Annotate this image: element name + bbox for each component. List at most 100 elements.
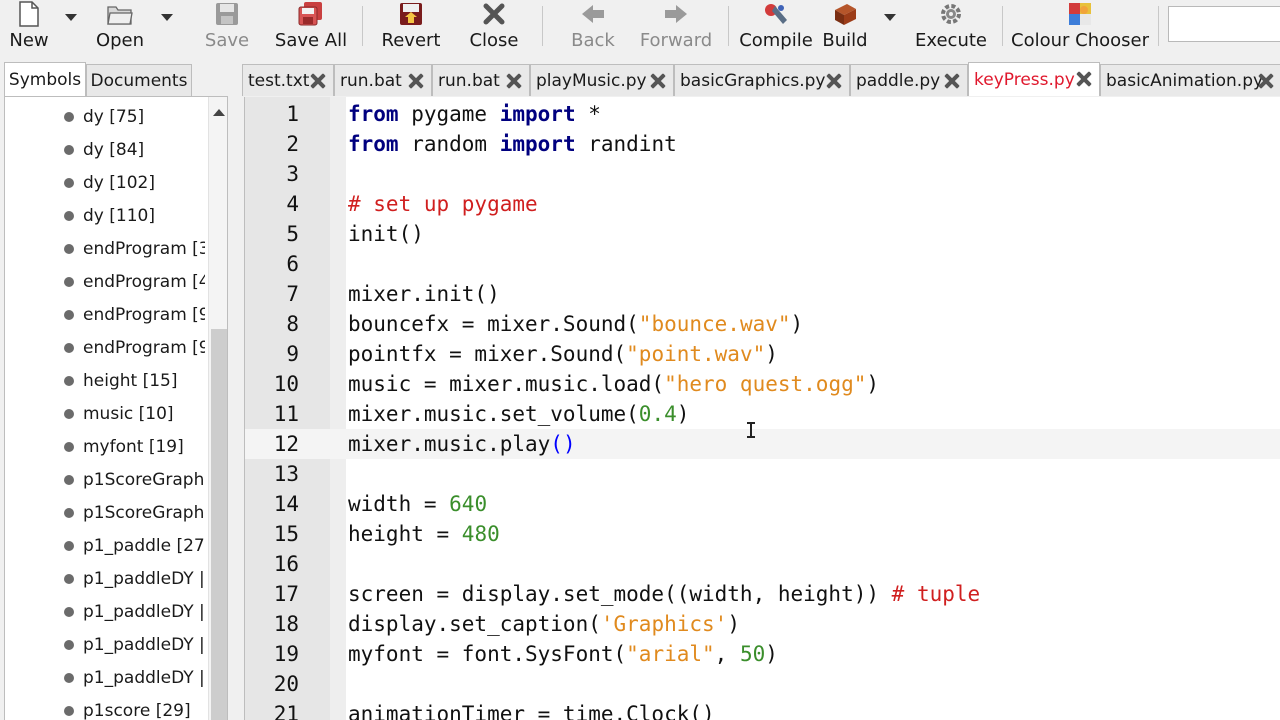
close-button[interactable]: Close — [468, 0, 520, 52]
symbol-item[interactable]: music [10] — [5, 397, 205, 430]
symbol-item[interactable]: p1_paddle [27 — [5, 529, 205, 562]
tab-basicanimation-py[interactable]: basicAnimation.py — [1100, 64, 1280, 96]
tab-keypress-py[interactable]: keyPress.py — [968, 62, 1100, 96]
symbol-item[interactable]: dy [110] — [5, 199, 205, 232]
back-arrow-icon — [580, 1, 606, 27]
line-number: 13 — [273, 462, 299, 486]
code-line[interactable]: 15 height = 480 — [245, 519, 1280, 549]
toolbar-separator — [1158, 6, 1159, 46]
symbol-bullet-icon — [64, 507, 74, 518]
save-button[interactable]: Save — [204, 0, 250, 52]
editor-tabs: test.txt run.bat run.bat playMusic.py ba… — [242, 62, 1280, 96]
save-icon — [214, 1, 240, 27]
symbol-bullet-icon — [64, 474, 74, 485]
symbol-item[interactable]: p1ScoreGraphi — [5, 463, 205, 496]
colour-chooser-button[interactable]: Colour Chooser — [1011, 0, 1149, 52]
symbol-item[interactable]: dy [102] — [5, 166, 205, 199]
open-button[interactable]: Open — [94, 0, 146, 52]
code-line[interactable]: 10 music = mixer.music.load("hero quest.o… — [245, 369, 1280, 399]
symbol-item[interactable]: endProgram [4 — [5, 265, 205, 298]
symbol-item[interactable]: endProgram [3 — [5, 232, 205, 265]
close-tab-icon[interactable] — [649, 72, 667, 90]
code-line[interactable]: 20 — [245, 669, 1280, 699]
code-line[interactable]: 14 width = 640 — [245, 489, 1280, 519]
symbol-item[interactable]: endProgram [9 — [5, 298, 205, 331]
code-line[interactable]: 6 — [245, 249, 1280, 279]
symbols-scrollbar[interactable] — [208, 97, 227, 720]
code-line[interactable]: 12 mixer.music.play() — [245, 429, 1280, 459]
line-number: 19 — [273, 642, 299, 666]
close-tab-icon[interactable] — [505, 72, 523, 90]
code-line[interactable]: 5 init() — [245, 219, 1280, 249]
symbol-bullet-icon — [64, 309, 74, 320]
symbol-item[interactable]: height [15] — [5, 364, 205, 397]
symbol-bullet-icon — [64, 672, 74, 683]
line-number: 14 — [273, 492, 299, 516]
symbol-item[interactable]: p1_paddleDY | — [5, 661, 205, 694]
code-line[interactable]: 8 bouncefx = mixer.Sound("bounce.wav") — [245, 309, 1280, 339]
close-tab-icon[interactable] — [943, 72, 961, 90]
code-line[interactable]: 18 display.set_caption('Graphics') — [245, 609, 1280, 639]
symbol-bullet-icon — [64, 111, 74, 122]
symbol-item[interactable]: myfont [19] — [5, 430, 205, 463]
symbol-item[interactable]: p1_paddleDY | — [5, 628, 205, 661]
code-line[interactable]: 1 from pygame import * — [245, 99, 1280, 129]
revert-button[interactable]: Revert — [382, 0, 440, 52]
text-cursor-icon — [746, 422, 756, 438]
code-text: width = 640 — [348, 492, 488, 516]
code-line[interactable]: 9 pointfx = mixer.Sound("point.wav") — [245, 339, 1280, 369]
tab-playmusic-py[interactable]: playMusic.py — [530, 64, 674, 96]
symbol-bullet-icon — [64, 606, 74, 617]
tab-paddle-py[interactable]: paddle.py — [850, 64, 968, 96]
save-all-icon — [298, 1, 324, 27]
tab-documents[interactable]: Documents — [86, 64, 192, 96]
code-line[interactable]: 2 from random import randint — [245, 129, 1280, 159]
symbol-item[interactable]: dy [84] — [5, 133, 205, 166]
code-line[interactable]: 21 animationTimer = time.Clock() — [245, 699, 1280, 720]
scroll-up-arrow-icon[interactable] — [213, 109, 225, 116]
symbol-bullet-icon — [64, 342, 74, 353]
symbol-item[interactable]: p1_paddleDY | — [5, 595, 205, 628]
tab-test-txt[interactable]: test.txt — [242, 64, 334, 96]
execute-button[interactable]: Execute — [915, 0, 987, 52]
tab-run-bat[interactable]: run.bat — [432, 64, 530, 96]
line-number: 1 — [286, 102, 299, 126]
close-tab-icon[interactable] — [1257, 72, 1275, 90]
save-all-button[interactable]: Save All — [275, 0, 347, 52]
tab-symbols[interactable]: Symbols — [4, 62, 86, 96]
back-button[interactable]: Back — [568, 0, 618, 52]
build-button[interactable]: Build — [822, 0, 868, 52]
compile-button[interactable]: Compile — [739, 0, 813, 52]
symbol-item[interactable]: p1_paddleDY | — [5, 562, 205, 595]
close-tab-icon[interactable] — [1075, 70, 1093, 88]
new-dropdown-arrow-icon[interactable] — [65, 14, 77, 21]
tab-basicgraphics-py[interactable]: basicGraphics.py — [674, 64, 850, 96]
close-tab-icon[interactable] — [309, 72, 327, 90]
code-line[interactable]: 3 — [245, 159, 1280, 189]
code-line[interactable]: 17 screen = display.set_mode((width, heig… — [245, 579, 1280, 609]
symbol-item[interactable]: p1score [29] — [5, 694, 205, 720]
new-button[interactable]: New — [6, 0, 52, 52]
forward-button[interactable]: Forward — [640, 0, 712, 52]
scrollbar-thumb[interactable] — [211, 329, 227, 720]
symbol-item[interactable]: dy [75] — [5, 100, 205, 133]
code-editor[interactable]: 1 from pygame import * 2 from random import… — [244, 97, 1280, 720]
build-dropdown-arrow-icon[interactable] — [884, 14, 896, 21]
line-number: 17 — [273, 582, 299, 606]
code-line[interactable]: 16 — [245, 549, 1280, 579]
tab-run-bat[interactable]: run.bat — [334, 64, 432, 96]
code-line[interactable]: 7 mixer.init() — [245, 279, 1280, 309]
toolbar-search-input[interactable] — [1168, 6, 1280, 42]
code-line[interactable]: 19 myfont = font.SysFont("arial", 50) — [245, 639, 1280, 669]
open-dropdown-arrow-icon[interactable] — [161, 14, 173, 21]
line-number: 11 — [273, 402, 299, 426]
close-tab-icon[interactable] — [407, 72, 425, 90]
line-number: 7 — [286, 282, 299, 306]
symbol-item[interactable]: endProgram [9 — [5, 331, 205, 364]
code-line[interactable]: 13 — [245, 459, 1280, 489]
symbol-item[interactable]: p1ScoreGraphi — [5, 496, 205, 529]
close-tab-icon[interactable] — [825, 72, 843, 90]
code-line[interactable]: 11 mixer.music.set_volume(0.4) — [245, 399, 1280, 429]
code-line[interactable]: 4 # set up pygame — [245, 189, 1280, 219]
symbol-bullet-icon — [64, 177, 74, 188]
